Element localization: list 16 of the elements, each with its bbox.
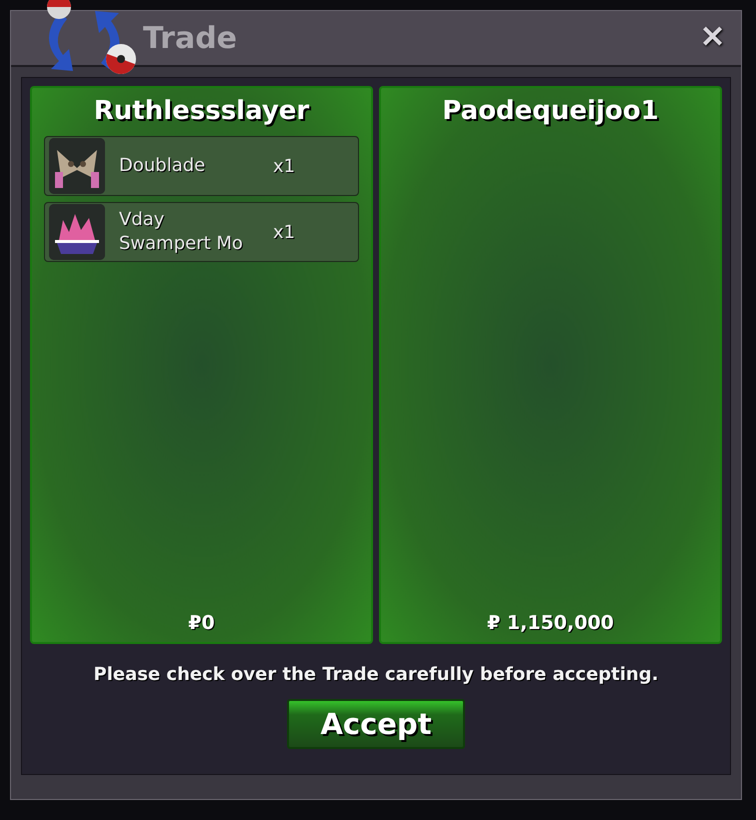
player-name: Ruthlessslayer <box>94 96 310 126</box>
close-button[interactable]: ✕ <box>696 23 729 53</box>
money-amount: ₽0 <box>188 612 215 634</box>
item-quantity: x1 <box>273 222 296 242</box>
blades-icon <box>49 138 105 194</box>
item-slot[interactable]: Vday Swampert Mo x1 <box>44 202 359 262</box>
accept-button[interactable]: Accept <box>287 699 465 749</box>
player-name: Paodequeijoo1 <box>442 96 659 126</box>
money-amount: ₽ 1,150,000 <box>487 612 614 634</box>
item-quantity: x1 <box>273 156 296 176</box>
coral-icon <box>49 204 105 260</box>
item-slot[interactable]: Doublade x1 <box>44 136 359 196</box>
window-title: Trade <box>143 20 238 56</box>
item-name: Doublade <box>119 154 206 178</box>
item-name: Vday Swampert Mo <box>119 208 244 256</box>
notice-text: Please check over the Trade carefully before accepting. <box>94 664 658 685</box>
